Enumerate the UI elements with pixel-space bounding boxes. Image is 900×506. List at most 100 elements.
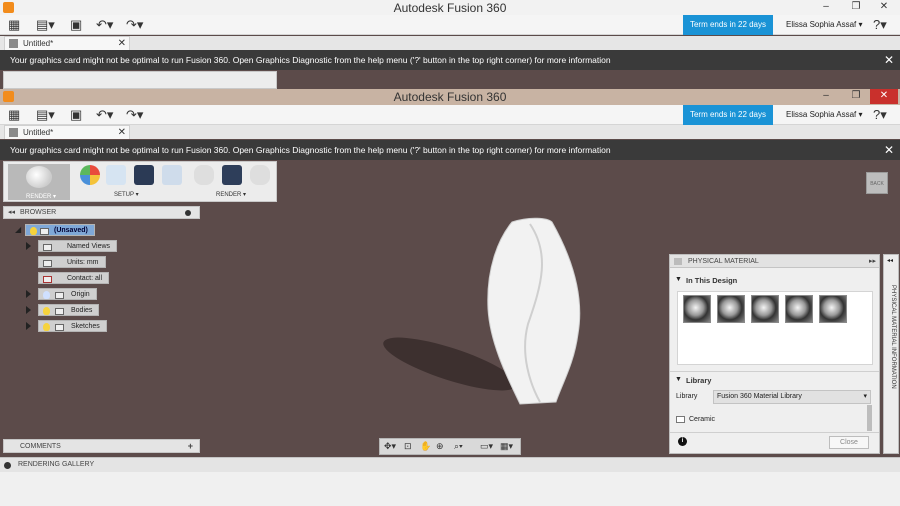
render-window-icon[interactable] (222, 165, 242, 185)
undo-icon[interactable]: ↶▾ (96, 108, 113, 122)
scrollbar[interactable] (867, 405, 872, 431)
scene-settings-icon[interactable] (106, 165, 126, 185)
browser-item-units[interactable]: Units: mm (26, 256, 116, 268)
save-icon[interactable]: ▣ (70, 108, 82, 122)
physical-material-header[interactable]: PHYSICAL MATERIAL ▸▸ (670, 255, 879, 268)
comments-header[interactable]: COMMENTS + (3, 439, 200, 453)
cube-icon (9, 39, 18, 48)
minimize-button[interactable]: – (812, 89, 840, 104)
teapot-render-icon[interactable] (194, 165, 214, 185)
save-icon[interactable]: ▣ (70, 18, 82, 32)
undo-icon[interactable]: ↶▾ (96, 18, 113, 32)
visibility-bulb-icon[interactable] (43, 291, 50, 299)
library-folder-item[interactable]: Ceramic (689, 416, 715, 423)
contact-icon (43, 276, 52, 283)
grid-icon[interactable]: ▦ (8, 108, 20, 122)
grid-icon[interactable]: ▦ (8, 18, 20, 32)
material-swatch[interactable] (785, 295, 813, 323)
close-tab-button[interactable]: ✕ (118, 126, 126, 139)
orbit-icon[interactable]: ✥▾ (384, 441, 396, 452)
visibility-bulb-icon[interactable] (43, 323, 50, 331)
document-tab[interactable]: Untitled* ✕ (4, 36, 130, 50)
close-notice-button[interactable]: ✕ (884, 140, 894, 160)
close-window-button[interactable]: ✕ (870, 89, 898, 104)
display-settings-icon[interactable]: ▭▾ (480, 441, 493, 452)
expand-triangle-icon[interactable] (26, 322, 31, 330)
graphics-notice-back: Your graphics card might not be optimal … (0, 50, 900, 70)
browser-item-origin[interactable]: Origin (26, 288, 116, 300)
maximize-button[interactable]: ❐ (842, 0, 870, 15)
workspace-switcher[interactable]: RENDER ▾ (8, 164, 70, 200)
maximize-button[interactable]: ❐ (842, 89, 870, 104)
render-gallery-icon[interactable] (250, 165, 270, 185)
render-menu[interactable]: RENDER ▾ (216, 191, 246, 198)
term-notice[interactable]: Term ends in 22 days (683, 105, 773, 125)
visibility-bulb-icon[interactable] (30, 227, 37, 235)
close-notice-button[interactable]: ✕ (884, 50, 894, 70)
material-swatch[interactable] (683, 295, 711, 323)
help-button[interactable]: ?▾ (873, 18, 887, 32)
browser-header[interactable]: ◂◂ BROWSER (3, 206, 200, 219)
decal-icon[interactable] (162, 165, 182, 185)
user-name: Elissa Sophia Assaf (786, 110, 857, 119)
help-button[interactable]: ?▾ (873, 108, 887, 122)
expand-triangle-icon[interactable] (26, 290, 31, 298)
pan-icon[interactable]: ✋ (420, 441, 431, 452)
term-notice[interactable]: Term ends in 22 days (683, 15, 773, 35)
vase-model[interactable] (380, 214, 620, 414)
file-icon[interactable]: ▤▾ (36, 18, 55, 32)
comments-title: COMMENTS (20, 443, 61, 450)
browser-item-contact[interactable]: Contact: all (26, 272, 116, 284)
material-swatch[interactable] (819, 295, 847, 323)
material-swatch[interactable] (751, 295, 779, 323)
bodies-box: Bodies (38, 304, 100, 316)
quick-access-bar-back: ▦ ▤▾ ▣ ↶▾ ↷▾ Term ends in 22 days Elissa… (0, 15, 900, 35)
collapse-arrows-icon[interactable]: ◂◂ (887, 257, 893, 264)
setup-menu[interactable]: SETUP ▾ (114, 191, 139, 198)
rendering-gallery-bar[interactable]: RENDERING GALLERY (0, 457, 900, 472)
look-at-icon[interactable]: ⊡ (404, 441, 412, 452)
minimize-button[interactable]: – (812, 0, 840, 15)
redo-icon[interactable]: ↷▾ (126, 108, 143, 122)
close-window-button[interactable]: ✕ (870, 0, 898, 15)
expand-panel-icon[interactable]: ▸▸ (869, 255, 876, 268)
side-tab-label: PHYSICAL MATERIAL INFORMATION (890, 285, 896, 389)
close-button[interactable]: Close (829, 436, 869, 449)
grid-settings-icon[interactable]: ▦▾ (500, 441, 513, 452)
expand-triangle-icon[interactable] (26, 306, 31, 314)
collapse-library-icon[interactable]: ▼ (675, 376, 682, 383)
user-menu[interactable]: Elissa Sophia Assaf ▾ (786, 15, 863, 35)
fit-icon[interactable]: ⌕▾ (454, 441, 463, 452)
material-swatch[interactable] (717, 295, 745, 323)
texture-map-icon[interactable] (134, 165, 154, 185)
redo-icon[interactable]: ↷▾ (126, 18, 143, 32)
library-select[interactable]: Fusion 360 Material Library ▾ (713, 390, 871, 404)
pin-icon[interactable] (185, 210, 191, 216)
expand-triangle-icon[interactable] (26, 242, 31, 250)
navigation-bar: ✥▾ ⊡ ✋ ⊕ ⌕▾ ▭▾ ▦▾ (379, 438, 521, 455)
collapse-arrows-icon[interactable]: ◂◂ (8, 207, 15, 219)
browser-item-named-views[interactable]: Named Views (26, 240, 118, 252)
user-menu[interactable]: Elissa Sophia Assaf ▾ (786, 105, 863, 125)
visibility-bulb-icon[interactable] (43, 307, 50, 315)
close-tab-button[interactable]: ✕ (118, 37, 126, 50)
browser-item-sketches[interactable]: Sketches (26, 320, 116, 332)
collapse-triangle-icon[interactable]: ◢ (15, 224, 21, 236)
component-icon (40, 228, 49, 235)
browser-root[interactable]: ◢ (Unsaved) (15, 224, 115, 236)
collapse-in-design-icon[interactable]: ▼ (675, 276, 682, 283)
view-cube[interactable]: BACK (866, 172, 888, 194)
graphics-notice-text: Your graphics card might not be optimal … (10, 55, 611, 65)
zoom-icon[interactable]: ⊕ (436, 441, 444, 452)
browser-item-bodies[interactable]: Bodies (26, 304, 116, 316)
add-comment-button[interactable]: + (188, 440, 193, 453)
physical-material-panel: PHYSICAL MATERIAL ▸▸ ▼ In This Design ▼ … (669, 254, 880, 454)
physical-material-info-tab[interactable]: ◂◂ PHYSICAL MATERIAL INFORMATION (883, 254, 899, 454)
appearance-icon[interactable] (80, 165, 100, 185)
browser-item-label: Contact: all (67, 275, 103, 282)
document-tab[interactable]: Untitled* ✕ (4, 125, 130, 139)
gallery-toggle-icon[interactable] (4, 462, 11, 469)
units-icon (43, 260, 52, 267)
info-icon[interactable]: i (678, 437, 687, 446)
file-icon[interactable]: ▤▾ (36, 108, 55, 122)
